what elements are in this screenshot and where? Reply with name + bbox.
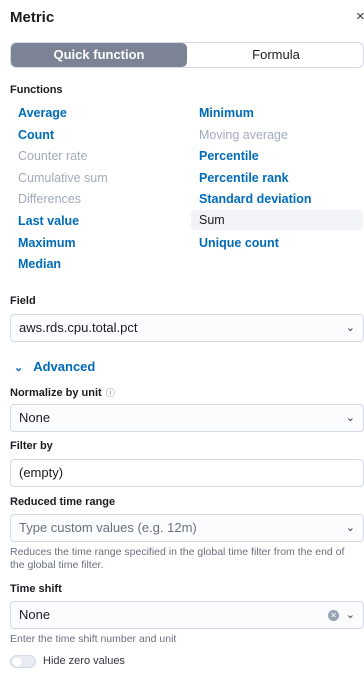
- formula-tab[interactable]: Formula: [187, 43, 363, 67]
- time-shift-value: None: [19, 607, 51, 622]
- function-percentile-rank[interactable]: Percentile rank: [199, 168, 289, 188]
- reduced-time-range-label: Reduced time range: [10, 496, 116, 508]
- reduced-time-range-select[interactable]: Type custom values (e.g. 12m) ⌄: [10, 514, 364, 542]
- chevron-down-icon: ⌄: [345, 522, 355, 534]
- filter-by-label: Filter by: [10, 440, 53, 452]
- flyout-header: Metric ×: [0, 0, 364, 38]
- field-select[interactable]: aws.rds.cpu.total.pct ⌄: [10, 314, 364, 342]
- function-unique-count[interactable]: Unique count: [199, 233, 279, 253]
- time-shift-help: Enter the time shift number and unit: [10, 633, 177, 645]
- function-percentile[interactable]: Percentile: [199, 146, 259, 166]
- function-maximum[interactable]: Maximum: [18, 233, 76, 253]
- quick-function-tab[interactable]: Quick function: [11, 43, 187, 67]
- function-sum[interactable]: Sum: [191, 210, 363, 230]
- function-median[interactable]: Median: [18, 254, 61, 274]
- filter-by-input[interactable]: (empty): [10, 459, 364, 487]
- info-icon[interactable]: ⓘ: [106, 386, 115, 399]
- hide-zero-values-switch[interactable]: [10, 655, 36, 668]
- function-differences: Differences: [18, 192, 81, 206]
- normalize-label-text: Normalize by unit: [10, 387, 102, 399]
- chevron-down-icon: ⌄: [345, 609, 355, 621]
- switch-knob: [12, 657, 22, 667]
- normalize-value: None: [19, 410, 51, 425]
- chevron-down-icon: ⌄: [14, 362, 24, 374]
- hide-zero-values-label: Hide zero values: [43, 655, 125, 667]
- function-cumulative-sum: Cumulative sum: [18, 171, 108, 185]
- field-value: aws.rds.cpu.total.pct: [19, 320, 138, 335]
- time-shift-label: Time shift: [10, 583, 62, 595]
- function-last-value[interactable]: Last value: [18, 211, 79, 231]
- normalize-select[interactable]: None ⌄: [10, 404, 364, 432]
- reduced-time-range-help: Reduces the time range specified in the …: [10, 546, 345, 571]
- field-label: Field: [10, 295, 36, 307]
- chevron-down-icon: ⌄: [345, 322, 355, 334]
- close-icon[interactable]: ×: [356, 9, 364, 24]
- reduced-time-range-placeholder: Type custom values (e.g. 12m): [19, 520, 197, 535]
- chevron-down-icon: ⌄: [345, 412, 355, 424]
- functions-label: Functions: [10, 84, 63, 96]
- mode-toggle: Quick function Formula: [10, 42, 364, 68]
- function-standard-deviation[interactable]: Standard deviation: [199, 189, 312, 209]
- time-shift-select[interactable]: None ✕ ⌄: [10, 601, 364, 629]
- function-minimum[interactable]: Minimum: [199, 103, 254, 123]
- function-moving-average: Moving average: [199, 128, 288, 142]
- function-average[interactable]: Average: [18, 103, 67, 123]
- clear-icon[interactable]: ✕: [328, 610, 339, 621]
- filter-by-value: (empty): [19, 465, 64, 480]
- function-counter-rate: Counter rate: [18, 149, 88, 163]
- advanced-label: Advanced: [33, 359, 96, 374]
- function-count[interactable]: Count: [18, 125, 54, 145]
- page-title: Metric: [10, 9, 55, 26]
- advanced-toggle[interactable]: ⌄ Advanced: [14, 359, 95, 374]
- normalize-label: Normalize by unit ⓘ: [10, 386, 115, 399]
